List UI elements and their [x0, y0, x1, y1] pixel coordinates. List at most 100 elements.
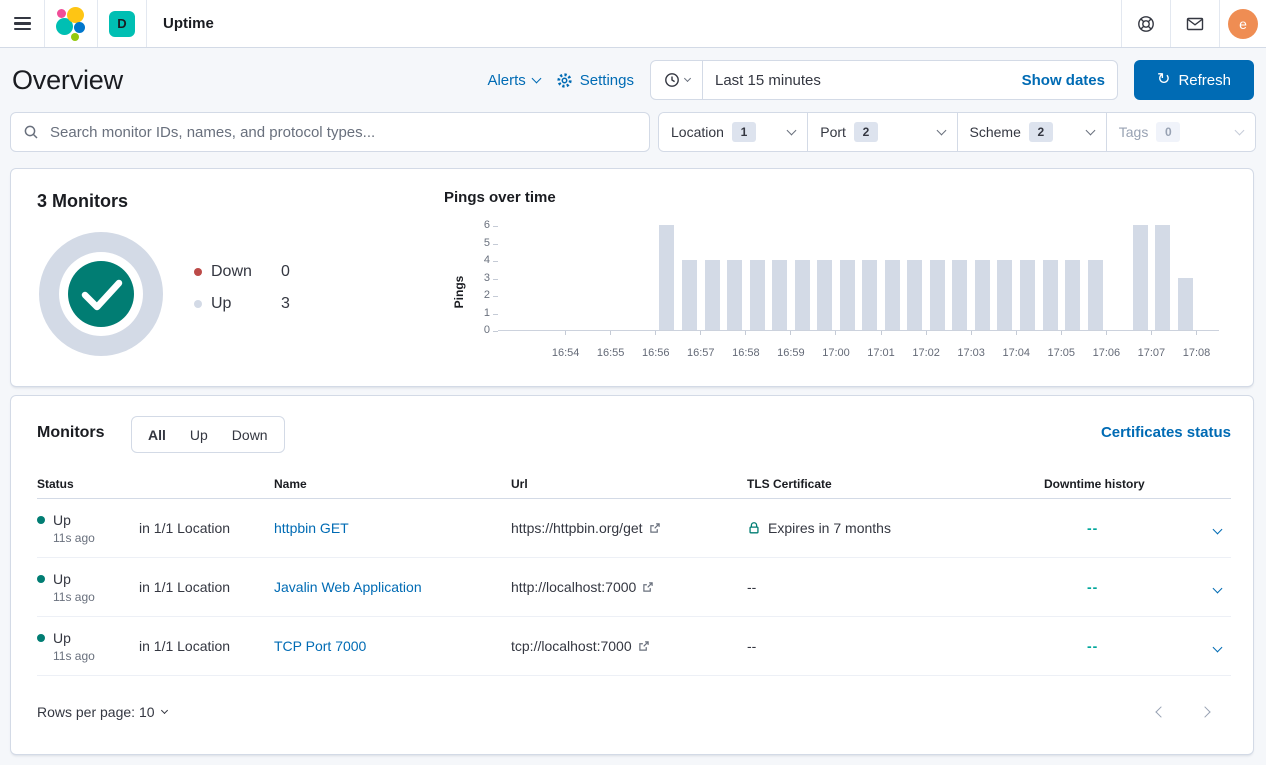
url-text: https://httpbin.org/get [511, 520, 643, 536]
filter-port[interactable]: Port2 [807, 113, 956, 151]
nav-menu-button[interactable] [0, 0, 44, 47]
ping-bar [1133, 225, 1148, 330]
status-cell: Up 11s ago [37, 630, 139, 663]
tab-down[interactable]: Down [220, 417, 280, 452]
monitors-title: Monitors [37, 424, 105, 442]
refresh-label: Refresh [1178, 72, 1231, 89]
hamburger-icon [14, 17, 31, 30]
y-axis-tick [493, 261, 498, 262]
x-axis-tick-label: 17:07 [1126, 347, 1176, 359]
x-axis-tick [881, 331, 882, 335]
rows-per-page-button[interactable]: Rows per page: 10 [37, 704, 167, 720]
ping-bar [952, 260, 967, 330]
ping-bar [840, 260, 855, 330]
elastic-home-button[interactable] [45, 0, 97, 47]
refresh-button[interactable]: ↻ Refresh [1134, 60, 1254, 100]
settings-label: Settings [580, 72, 634, 89]
downtime-history-cell: -- [1044, 579, 1201, 595]
tab-all[interactable]: All [136, 417, 178, 452]
status-up-dot-icon [37, 634, 45, 642]
help-menu-button[interactable] [1122, 0, 1170, 47]
table-footer: Rows per page: 10 [37, 704, 1231, 720]
monitor-name-link[interactable]: Javalin Web Application [274, 579, 422, 595]
filter-count-badge: 1 [732, 122, 756, 142]
alerts-dropdown[interactable]: Alerts [487, 72, 539, 89]
legend-label: Down [211, 263, 281, 281]
x-axis-tick [790, 331, 791, 335]
filter-label: Tags [1119, 124, 1149, 140]
column-header-url: Url [511, 477, 747, 491]
y-axis-tick [493, 331, 498, 332]
x-axis-tick-label: 16:57 [676, 347, 726, 359]
legend-item-up: Up3 [194, 295, 290, 313]
show-dates-button[interactable]: Show dates [1022, 72, 1117, 89]
expand-row-button[interactable] [1214, 638, 1231, 654]
space-selector[interactable]: D [98, 0, 146, 47]
chevron-down-icon [1213, 584, 1223, 594]
ping-bar [817, 260, 832, 330]
expand-row-button[interactable] [1214, 579, 1231, 595]
x-axis-tick-label: 17:03 [946, 347, 996, 359]
filter-scheme[interactable]: Scheme2 [957, 113, 1106, 151]
x-axis-tick [745, 331, 746, 335]
x-axis-tick [1061, 331, 1062, 335]
settings-button[interactable]: Settings [556, 72, 634, 89]
downtime-history-cell: -- [1044, 520, 1201, 536]
expand-row-button[interactable] [1214, 520, 1231, 536]
ping-bar [750, 260, 765, 330]
monitor-url-link[interactable]: tcp://localhost:7000 [511, 638, 747, 654]
ping-bar [885, 260, 900, 330]
last-check-time: 11s ago [53, 649, 139, 663]
status-up-dot-icon [37, 516, 45, 524]
x-axis-tick [610, 331, 611, 335]
certificates-status-link[interactable]: Certificates status [1101, 424, 1231, 441]
tls-text: -- [747, 579, 756, 595]
legend-label: Up [211, 295, 281, 313]
ping-bar [772, 260, 787, 330]
y-axis-tick [493, 296, 498, 297]
quick-select-menu[interactable] [651, 61, 703, 99]
chevron-down-icon [1213, 525, 1223, 535]
filter-label: Location [671, 124, 724, 140]
top-chrome-bar: D Uptime e [0, 0, 1266, 48]
url-text: http://localhost:7000 [511, 579, 636, 595]
tls-certificate-cell: Expires in 7 months [747, 520, 1044, 536]
y-axis-tick-label: 6 [454, 219, 490, 231]
column-header-tls: TLS Certificate [747, 477, 1044, 491]
legend-value: 0 [281, 263, 290, 281]
envelope-icon [1185, 14, 1205, 34]
next-page-button[interactable] [1199, 706, 1210, 717]
monitor-name-link[interactable]: TCP Port 7000 [274, 638, 366, 654]
filter-count-badge: 2 [854, 122, 878, 142]
x-axis-tick-label: 17:06 [1081, 347, 1131, 359]
y-axis-tick [493, 226, 498, 227]
monitor-name-link[interactable]: httpbin GET [274, 520, 349, 536]
x-axis-tick [926, 331, 927, 335]
ping-bar [682, 260, 697, 330]
table-header-row: Status Name Url TLS Certificate Downtime… [37, 474, 1231, 499]
chevron-down-icon [1213, 643, 1223, 653]
alerts-label: Alerts [487, 72, 525, 89]
monitor-url-link[interactable]: https://httpbin.org/get [511, 520, 747, 536]
ping-bar [1155, 225, 1170, 330]
ping-bar [1178, 278, 1193, 331]
search-input[interactable] [48, 123, 637, 142]
table-row: Up 11s ago in 1/1 Location httpbin GET h… [37, 499, 1231, 558]
snapshot-panel: 3 Monitors Down0Up3 Pings over time Ping… [10, 168, 1254, 387]
tab-up[interactable]: Up [178, 417, 220, 452]
x-axis-tick-label: 16:58 [721, 347, 771, 359]
page-header: Overview Alerts Settings Last 15 minutes… [0, 48, 1266, 112]
legend-dot-icon [194, 300, 202, 308]
previous-page-button[interactable] [1155, 706, 1166, 717]
user-menu-button[interactable]: e [1220, 0, 1266, 47]
time-range-value[interactable]: Last 15 minutes [703, 72, 1022, 89]
y-axis-tick [493, 279, 498, 280]
y-axis-tick [493, 314, 498, 315]
y-axis-tick-label: 0 [454, 324, 490, 336]
status-text: Up [53, 512, 71, 528]
newsfeed-button[interactable] [1171, 0, 1219, 47]
filter-location[interactable]: Location 1 [659, 113, 807, 151]
monitor-url-link[interactable]: http://localhost:7000 [511, 579, 747, 595]
date-picker: Last 15 minutes Show dates [650, 60, 1118, 100]
external-link-icon [638, 640, 650, 652]
